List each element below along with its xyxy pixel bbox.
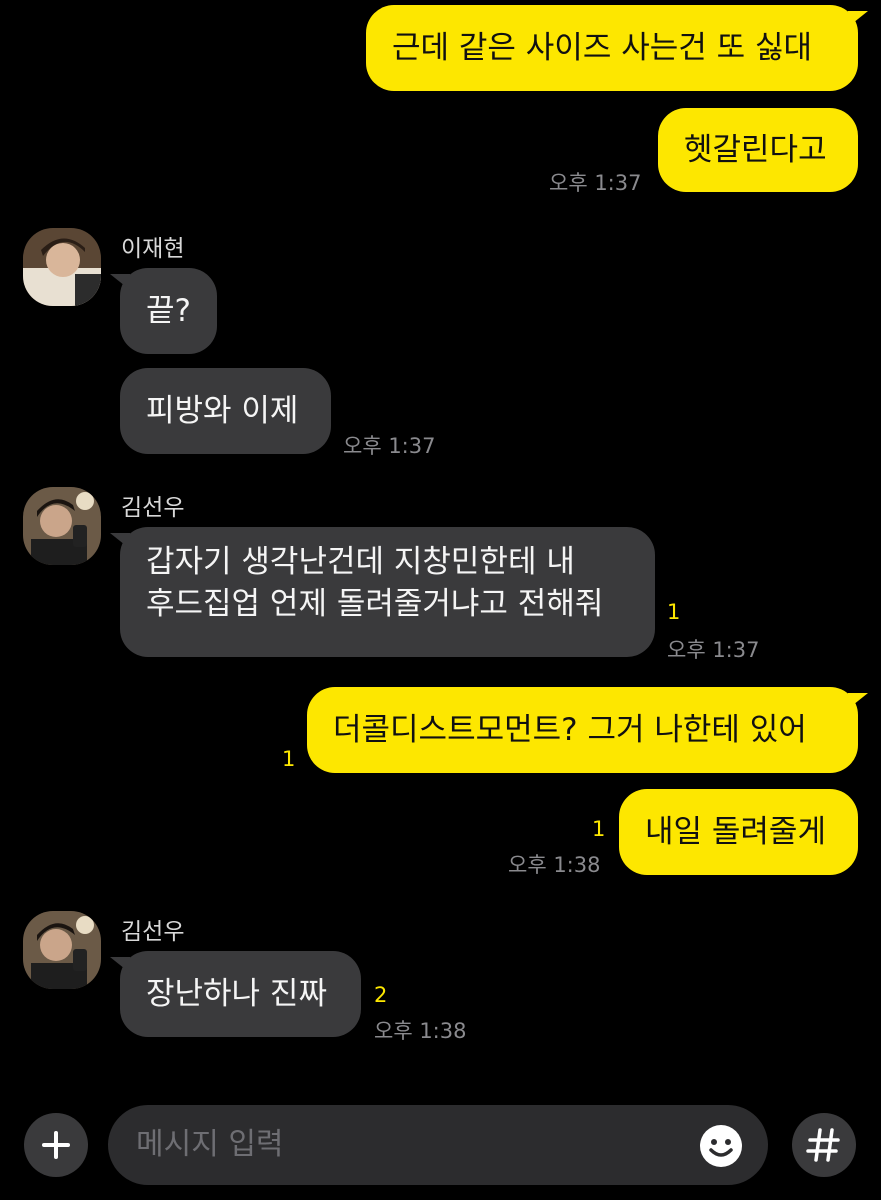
profile-photo-icon: [23, 911, 101, 989]
unread-count: 2: [374, 983, 388, 1007]
message-time: 오후 1:37: [667, 638, 760, 662]
message-input[interactable]: 메시지 입력: [108, 1105, 768, 1185]
add-button[interactable]: [24, 1113, 88, 1177]
message-text-line: 갑자기 생각난건데 지창민한테 내: [146, 544, 575, 580]
input-placeholder: 메시지 입력: [136, 1127, 284, 1162]
input-bar: 메시지 입력: [0, 1090, 881, 1200]
avatar[interactable]: [23, 487, 101, 565]
hashtag-button[interactable]: [792, 1113, 856, 1177]
profile-photo-icon: [23, 487, 101, 565]
message-text: 근데 같은 사이즈 사는건 또 싫대: [392, 30, 813, 66]
my-message[interactable]: 더콜디스트모먼트? 그거 나한테 있어: [307, 687, 868, 773]
avatar[interactable]: [23, 911, 101, 989]
avatar[interactable]: [23, 228, 101, 306]
message-text: 피방와 이제: [146, 393, 299, 429]
hashtag-icon: [806, 1128, 840, 1162]
sender-name: 김선우: [121, 919, 185, 945]
message-time: 오후 1:38: [374, 1019, 467, 1043]
emoji-icon: [700, 1125, 742, 1167]
plus-icon: [42, 1131, 70, 1159]
message-text: 더콜디스트모먼트? 그거 나한테 있어: [333, 712, 807, 748]
their-message[interactable]: 장난하나 진짜: [110, 951, 361, 1037]
message-text: 장난하나 진짜: [146, 976, 327, 1012]
my-message[interactable]: 헷갈린다고: [658, 108, 858, 192]
sender-name: 김선우: [121, 495, 185, 521]
my-message[interactable]: 내일 돌려줄게: [619, 789, 858, 875]
my-message[interactable]: 근데 같은 사이즈 사는건 또 싫대: [366, 5, 868, 91]
unread-count: 1: [282, 747, 296, 771]
their-message[interactable]: 피방와 이제: [120, 368, 331, 454]
message-text: 끝?: [146, 293, 191, 329]
message-text: 헷갈린다고: [684, 132, 827, 168]
message-time: 오후 1:37: [343, 434, 436, 458]
message-text-line: 후드집업 언제 돌려줄거냐고 전해줘: [146, 586, 604, 622]
their-message[interactable]: 갑자기 생각난건데 지창민한테 내 후드집업 언제 돌려줄거냐고 전해줘: [110, 527, 655, 657]
unread-count: 1: [592, 817, 606, 841]
sender-name: 이재현: [121, 236, 185, 262]
unread-count: 1: [667, 600, 681, 624]
emoji-button[interactable]: [698, 1123, 744, 1169]
message-time: 오후 1:38: [508, 853, 601, 877]
their-message[interactable]: 끝?: [110, 268, 217, 354]
message-time: 오후 1:37: [549, 171, 642, 195]
message-text: 내일 돌려줄게: [645, 814, 826, 850]
profile-photo-icon: [23, 228, 101, 306]
